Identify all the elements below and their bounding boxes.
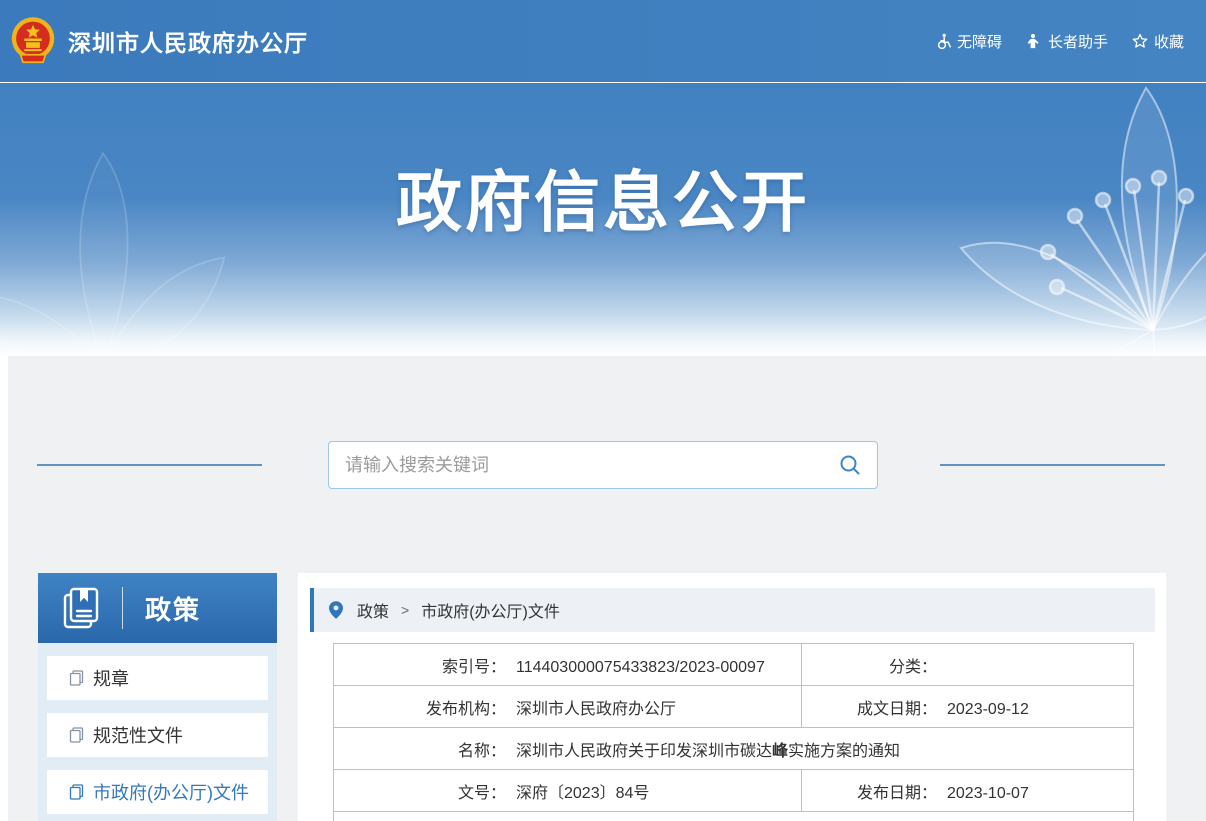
document-icon [69,784,84,800]
document-name-value: 深圳市人民政府关于印发深圳市碳达峰实施方案的通知 [516,743,900,760]
category-cell: 分类： [802,644,1134,686]
document-name-cell: 名称： 深圳市人民政府关于印发深圳市碳达峰实施方案的通知 [334,728,1134,770]
document-info-table: 索引号： 114403000075433823/2023-00097 分类： 发布… [333,643,1134,821]
table-row: 文号： 深府〔2023〕84号 发布日期： 2023-10-07 [334,770,1134,812]
policy-book-icon [58,585,104,631]
publisher-value: 深圳市人民政府办公厅 [516,701,676,718]
site-title: 深圳市人民政府办公厅 [68,24,308,58]
sidebar-item-label: 市政府(办公厅)文件 [93,779,249,805]
header-links: 无障碍 长者助手 收藏 [935,31,1184,52]
content-panel: 政策 > 市政府(办公厅)文件 索引号： 114403000075433823/2… [298,573,1166,821]
sidebar-header: 政策 [38,573,277,643]
table-row: 名称： 深圳市人民政府关于印发深圳市碳达峰实施方案的通知 [334,728,1134,770]
search-button[interactable] [837,452,863,478]
publish-date-value: 2023-10-07 [947,785,1029,802]
table-row: 发布机构： 深圳市人民政府办公厅 成文日期： 2023-09-12 [334,686,1134,728]
sidebar: 政策 规章 规范性文件 [38,573,277,821]
national-emblem-icon [8,13,58,69]
star-icon [1132,33,1148,49]
index-number-cell: 索引号： 114403000075433823/2023-00097 [334,644,802,686]
document-icon [69,727,84,743]
table-row: 索引号： 114403000075433823/2023-00097 分类： [334,644,1134,686]
category-label: 分类： [802,653,937,677]
publish-date-label: 发布日期： [802,779,937,803]
location-pin-icon [329,601,343,619]
favorite-label: 收藏 [1154,31,1184,52]
breadcrumb: 政策 > 市政府(办公厅)文件 [310,588,1155,632]
sidebar-item-label: 规范性文件 [93,722,183,748]
table-row-partial [334,812,1134,821]
search-box [328,441,878,489]
sidebar-title: 政策 [145,590,201,627]
search-input[interactable] [345,455,837,476]
document-icon [69,670,84,686]
sidebar-list: 规章 规范性文件 市政府(办公厅)文件 [38,643,277,821]
accessibility-label: 无障碍 [957,31,1002,52]
sidebar-item-municipal-documents[interactable]: 市政府(办公厅)文件 [47,770,268,814]
wheelchair-icon [935,33,951,49]
document-name-label: 名称： [334,737,506,761]
clipped-row-cell [334,812,1134,821]
sidebar-item-regulations[interactable]: 规章 [47,656,268,700]
banner: 政府信息公开 [0,82,1206,356]
publisher-cell: 发布机构： 深圳市人民政府办公厅 [334,686,802,728]
search-icon [839,454,861,476]
sidebar-item-normative-documents[interactable]: 规范性文件 [47,713,268,757]
flower-decoration-icon [0,136,240,356]
document-number-cell: 文号： 深府〔2023〕84号 [334,770,802,812]
elder-icon [1026,33,1042,49]
index-number-label: 索引号： [334,653,506,677]
index-number-value: 114403000075433823/2023-00097 [516,659,765,676]
top-header: 深圳市人民政府办公厅 无障碍 长者助手 收藏 [0,0,1206,82]
document-number-value: 深府〔2023〕84号 [516,785,649,802]
decor-line-right [940,464,1165,466]
flower-decoration-icon [891,82,1206,356]
elder-assist-link[interactable]: 长者助手 [1026,31,1108,52]
breadcrumb-current[interactable]: 市政府(办公厅)文件 [421,598,560,622]
content-area: 政策 规章 规范性文件 [8,356,1206,821]
publish-date-cell: 发布日期： 2023-10-07 [802,770,1134,812]
written-date-cell: 成文日期： 2023-09-12 [802,686,1134,728]
highlighted-keyword: 峰 [772,743,788,760]
page-title: 政府信息公开 [396,149,810,291]
written-date-value: 2023-09-12 [947,701,1029,718]
elder-assist-label: 长者助手 [1048,31,1108,52]
breadcrumb-separator: > [401,602,409,618]
accessibility-link[interactable]: 无障碍 [935,31,1002,52]
sidebar-item-label: 规章 [93,665,129,691]
document-number-label: 文号： [334,779,506,803]
breadcrumb-root[interactable]: 政策 [357,598,389,622]
sidebar-header-divider [122,587,123,629]
breadcrumb-accent-bar [310,588,314,632]
written-date-label: 成文日期： [802,695,937,719]
favorite-link[interactable]: 收藏 [1132,31,1184,52]
decor-line-left [37,464,262,466]
publisher-label: 发布机构： [334,695,506,719]
